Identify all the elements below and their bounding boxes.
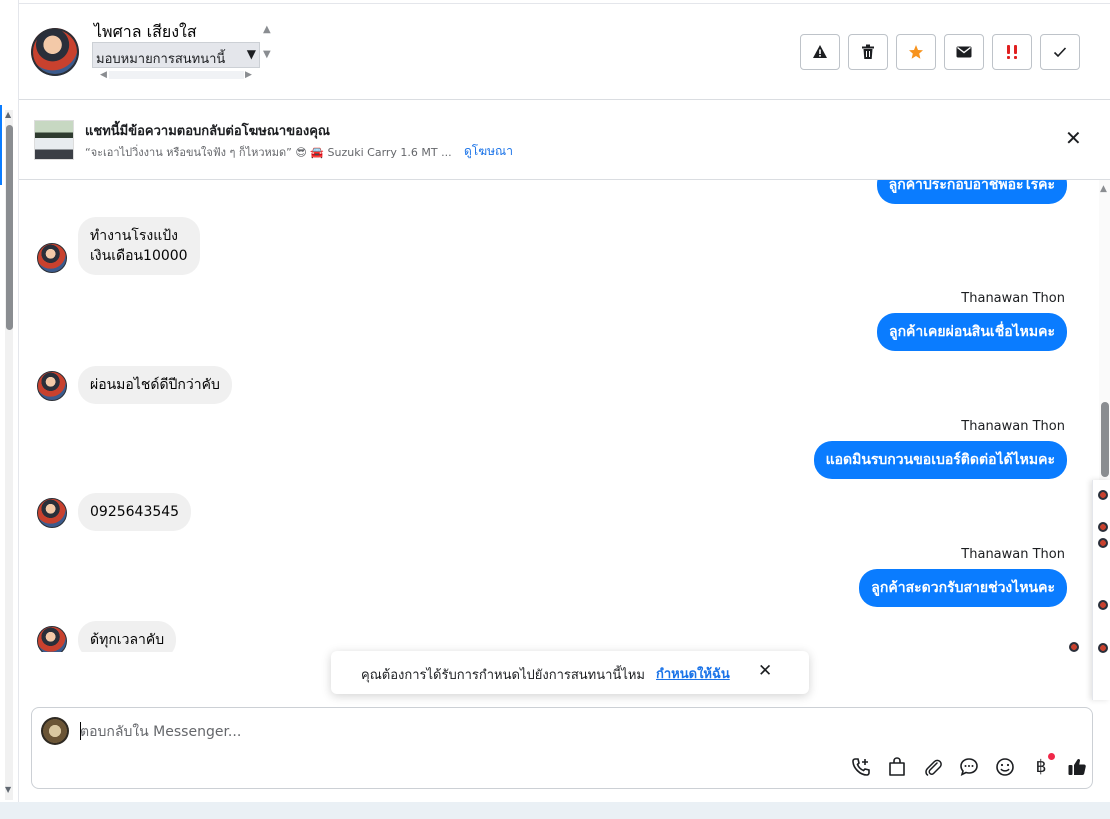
payment-button[interactable]: ฿ [1030,753,1055,778]
outgoing-message: ลูกค้าประกอบอาชีพอะไรคะ [876,180,1067,204]
spin-down-arrow[interactable]: ▼ [263,49,271,60]
message-bubble[interactable]: ลูกค้าประกอบอาชีพอะไรคะ [876,180,1067,204]
call-button[interactable] [850,756,872,778]
side-panel-peek[interactable] [1092,480,1110,700]
star-icon [909,45,923,59]
assign-to-me-link[interactable]: กำหนดให้ฉัน [656,663,730,684]
outgoing-message: แอดมินรบกวนขอเบอร์ติดต่อได้ไหมคะ [813,441,1067,479]
message-bubble[interactable]: แอดมินรบกวนขอเบอร์ติดต่อได้ไหมคะ [813,441,1067,479]
shopping-bag-icon [889,757,905,776]
message-bubble[interactable]: ลูกค้าสะดวกรับสายช่วงไหนคะ [859,569,1067,607]
text-caret [80,722,81,740]
incoming-message: ผ่อนมอไชด์ดีปีกว่าคับ [78,366,232,404]
contact-avatar-small[interactable] [37,371,67,401]
contact-avatar-small[interactable] [37,498,67,528]
envelope-icon [956,46,972,58]
scroll-right-arrow[interactable]: ▶ [245,70,252,80]
contact-avatar-small[interactable] [37,243,67,273]
chevron-down-icon: ▼ [246,47,256,61]
delete-button[interactable] [848,34,888,70]
baht-icon: ฿ [1035,757,1047,777]
message-bubble[interactable]: ด้ทุกเวลาคับ [78,621,177,652]
avatar [1098,538,1108,548]
contact-avatar-small[interactable] [37,626,67,652]
scroll-down-arrow[interactable]: ▼ [5,785,11,794]
trash-icon [862,44,874,59]
message-bubble[interactable]: ผ่อนมอไชด์ดีปีกว่าคับ [78,366,232,404]
mark-done-button[interactable] [1040,34,1080,70]
scroll-left-arrow[interactable]: ◀ [100,70,107,80]
message-text: ทำงานโรงแป้ง [90,228,178,244]
avatar [1098,522,1108,532]
ad-reply-banner: แชทนี้มีข้อความตอบกลับต่อโฆษณาของคุณ “จะ… [19,100,1110,180]
star-button[interactable] [896,34,936,70]
message-text: เงินเดือน10000 [90,248,188,264]
seen-avatar [1069,642,1079,652]
left-scrollbar[interactable]: ▲ ▼ [0,0,19,819]
conversation-header: ไพศาล เสียงใส มอบหมายการสนทนานี้ ▼ ▲ ▼ ◀… [19,4,1110,100]
follow-up-button[interactable] [992,34,1032,70]
message-bubble[interactable]: ทำงานโรงแป้งเงินเดือน10000 [78,217,200,275]
message-bubble[interactable]: 0925643545 [78,493,192,531]
incoming-message: 0925643545 [78,493,192,531]
shop-button[interactable] [886,756,908,778]
ad-banner-description: “จะเอาไปวิ่งงาน หรือขนใจฟัง ๆ ก็ไหวหมด” … [85,146,452,159]
ad-thumbnail[interactable] [34,120,74,160]
message-composer: ฿ [31,707,1093,789]
avatar [1098,643,1108,653]
assign-dropdown[interactable]: มอบหมายการสนทนานี้ ▼ [92,42,260,68]
reply-input[interactable] [80,722,980,742]
toast-message: คุณต้องการได้รับการกำหนดไปยังการสนทนานี้… [361,668,645,683]
sender-name: Thanawan Thon [961,547,1065,562]
page-avatar [41,717,69,745]
thumbs-up-icon [1068,758,1086,775]
check-icon [1053,47,1067,58]
report-button[interactable] [800,34,840,70]
message-thread[interactable]: ลูกค้าประกอบอาชีพอะไรคะ ทำงานโรงแป้งเงิน… [19,180,1099,652]
chat-bubble-icon [960,758,978,777]
mark-unread-button[interactable] [944,34,984,70]
spin-up-arrow[interactable]: ▲ [263,24,271,35]
assign-dropdown-label: มอบหมายการสนทนานี้ [96,52,226,67]
close-icon[interactable]: ✕ [758,661,772,681]
important-icon [1007,45,1017,59]
sender-name: Thanawan Thon [961,419,1065,434]
saved-replies-button[interactable] [958,756,980,778]
outgoing-message: ลูกค้าเคยผ่อนสินเชื่อไหมคะ [876,313,1067,351]
notification-dot [1048,753,1055,760]
warning-icon [813,45,827,58]
ad-banner-title: แชทนี้มีข้อความตอบกลับต่อโฆษณาของคุณ [85,124,330,139]
composer-toolbar: ฿ [850,753,1088,778]
sender-name: Thanawan Thon [961,291,1065,306]
header-actions [800,34,1080,70]
outgoing-message: ลูกค้าสะดวกรับสายช่วงไหนคะ [859,569,1067,607]
scroll-up-arrow[interactable]: ▲ [5,110,11,119]
scrollbar-thumb[interactable] [1101,402,1109,477]
window-footer [0,802,1110,819]
close-icon[interactable]: ✕ [1065,126,1082,150]
attach-button[interactable] [922,756,944,778]
phone-plus-icon [852,758,870,776]
horizontal-scrollbar[interactable] [109,71,244,79]
avatar [1098,490,1108,500]
smiley-icon [996,758,1014,776]
avatar [1098,600,1108,610]
emoji-button[interactable] [994,756,1016,778]
paperclip-icon [925,759,942,776]
contact-avatar[interactable] [31,28,79,76]
scrollbar-thumb[interactable] [6,125,13,330]
assign-toast: คุณต้องการได้รับการกำหนดไปยังการสนทนานี้… [331,651,809,694]
incoming-message: ทำงานโรงแป้งเงินเดือน10000 [78,217,200,275]
like-button[interactable] [1066,756,1088,778]
active-indicator [0,105,2,185]
view-ad-link[interactable]: ดูโฆษณา [464,142,513,161]
message-bubble[interactable]: ลูกค้าเคยผ่อนสินเชื่อไหมคะ [876,313,1067,351]
scroll-up-arrow[interactable]: ▲ [1100,184,1107,194]
incoming-message: ด้ทุกเวลาคับ [78,621,177,652]
